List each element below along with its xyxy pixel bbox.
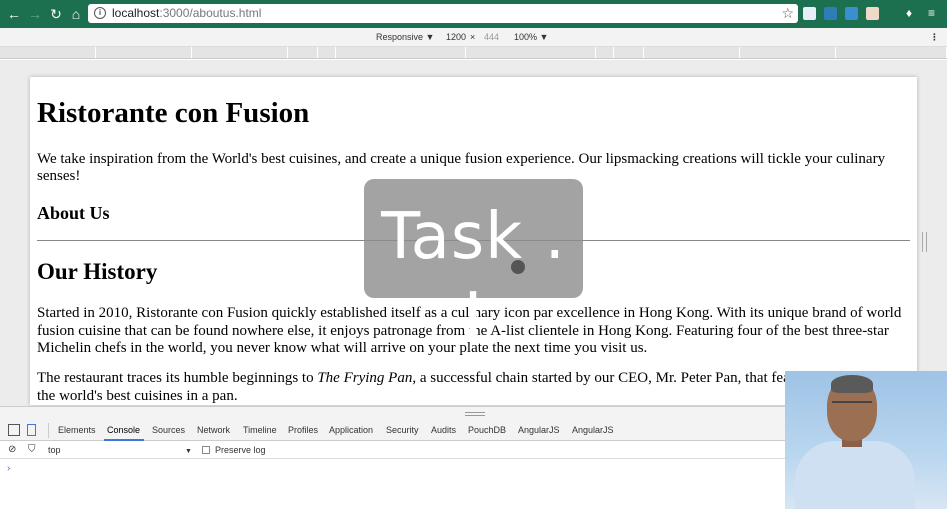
extension-icon-2[interactable] (824, 7, 837, 20)
url-host: localhost (112, 6, 160, 20)
address-bar[interactable]: i localhost:3000/aboutus.html ☆ (88, 4, 798, 23)
mq-segment[interactable] (614, 47, 644, 58)
viewport-resize-handle[interactable] (922, 232, 927, 252)
preserve-log-label: Preserve log (215, 445, 266, 455)
grip-icon[interactable] (465, 412, 485, 416)
tab-audits[interactable]: Audits (431, 425, 456, 436)
more-options-icon[interactable]: ⋮ (930, 32, 939, 43)
tab-timeline[interactable]: Timeline (243, 425, 277, 436)
history-paragraph-2: The restaurant traces its humble beginni… (37, 370, 907, 405)
device-toolbar: Responsive ▼ 1200 × 444 100% ▼ ⋮ (0, 28, 947, 47)
presenter-glasses (832, 401, 872, 411)
tab-angularjs-1[interactable]: AngularJS (518, 425, 560, 436)
toolbar-divider (48, 423, 49, 438)
chrome-menu-icon[interactable]: ≡ (928, 6, 935, 20)
bookmark-star-icon[interactable]: ☆ (781, 4, 794, 23)
about-heading: About Us (37, 203, 110, 223)
browser-toolbar: ← → ↻ ⌂ i localhost:3000/aboutus.html ☆ … (0, 0, 947, 28)
mq-segment[interactable] (740, 47, 836, 58)
frying-pan-emphasis: The Frying Pan (317, 370, 413, 386)
tab-console[interactable]: Console (107, 425, 140, 436)
url-path: :3000/aboutus.html (159, 6, 262, 20)
console-prompt[interactable]: › (7, 463, 10, 474)
page-title: Ristorante con Fusion (37, 97, 310, 129)
history-p2-before: The restaurant traces its humble beginni… (37, 370, 318, 386)
mq-segment[interactable] (466, 47, 596, 58)
width-field[interactable]: 1200 (446, 32, 466, 43)
presenter-hair (831, 375, 873, 393)
home-icon[interactable]: ⌂ (67, 4, 85, 24)
zoom-dropdown[interactable]: 100% ▼ (514, 32, 548, 43)
context-dropdown-arrow[interactable]: ▼ (185, 446, 192, 457)
forward-arrow-icon[interactable]: → (26, 4, 44, 24)
history-p2-after: , a successful chain started by our CEO,… (412, 370, 802, 386)
responsive-dropdown[interactable]: Responsive ▼ (376, 32, 434, 43)
mq-segment[interactable] (192, 47, 288, 58)
extension-icon-3[interactable] (845, 7, 858, 20)
tab-sources[interactable]: Sources (152, 425, 185, 436)
media-query-bar[interactable] (0, 47, 947, 59)
mq-segment[interactable] (644, 47, 740, 58)
task-overlay: Task . I (364, 179, 583, 354)
back-arrow-icon[interactable]: ← (5, 4, 23, 24)
mq-segment[interactable] (596, 47, 614, 58)
inspect-element-icon[interactable] (8, 424, 20, 436)
mq-segment[interactable] (336, 47, 466, 58)
tab-profiles[interactable]: Profiles (288, 425, 318, 436)
reload-icon[interactable]: ↻ (47, 4, 65, 24)
preserve-log-checkbox[interactable] (202, 446, 210, 454)
filter-icon[interactable]: ⛉ (28, 444, 36, 455)
mq-segment[interactable] (0, 47, 96, 58)
tab-security[interactable]: Security (386, 425, 419, 436)
device-mode-icon[interactable] (27, 424, 36, 436)
history-p2-line2: the world's best cuisines in a pan. (37, 387, 238, 404)
tab-pouchdb[interactable]: PouchDB (468, 425, 506, 436)
context-selector[interactable]: top (48, 445, 61, 456)
tab-elements[interactable]: Elements (58, 425, 96, 436)
tab-angularjs-2[interactable]: AngularJS (572, 425, 614, 436)
webcam-video (785, 371, 947, 509)
dimension-separator: × (470, 32, 476, 42)
presenter-shirt (795, 441, 915, 509)
mq-segment[interactable] (318, 47, 336, 58)
history-heading: Our History (37, 259, 158, 284)
tab-application[interactable]: Application (329, 425, 373, 436)
mq-segment[interactable] (96, 47, 192, 58)
mq-segment[interactable] (836, 47, 947, 58)
clear-console-icon[interactable]: ⊘ (8, 444, 16, 455)
tab-network[interactable]: Network (197, 425, 230, 436)
cursor-dot (511, 260, 525, 274)
url-text[interactable]: localhost:3000/aboutus.html (112, 6, 261, 21)
task-label: Task . I (381, 200, 566, 354)
extension-icon-4[interactable] (866, 7, 879, 20)
extension-icon-1[interactable] (803, 7, 816, 20)
info-icon[interactable]: i (94, 7, 106, 19)
mq-segment[interactable] (288, 47, 318, 58)
height-field[interactable]: 444 (484, 32, 499, 43)
extension-icon-5[interactable]: ♦ (906, 6, 912, 20)
